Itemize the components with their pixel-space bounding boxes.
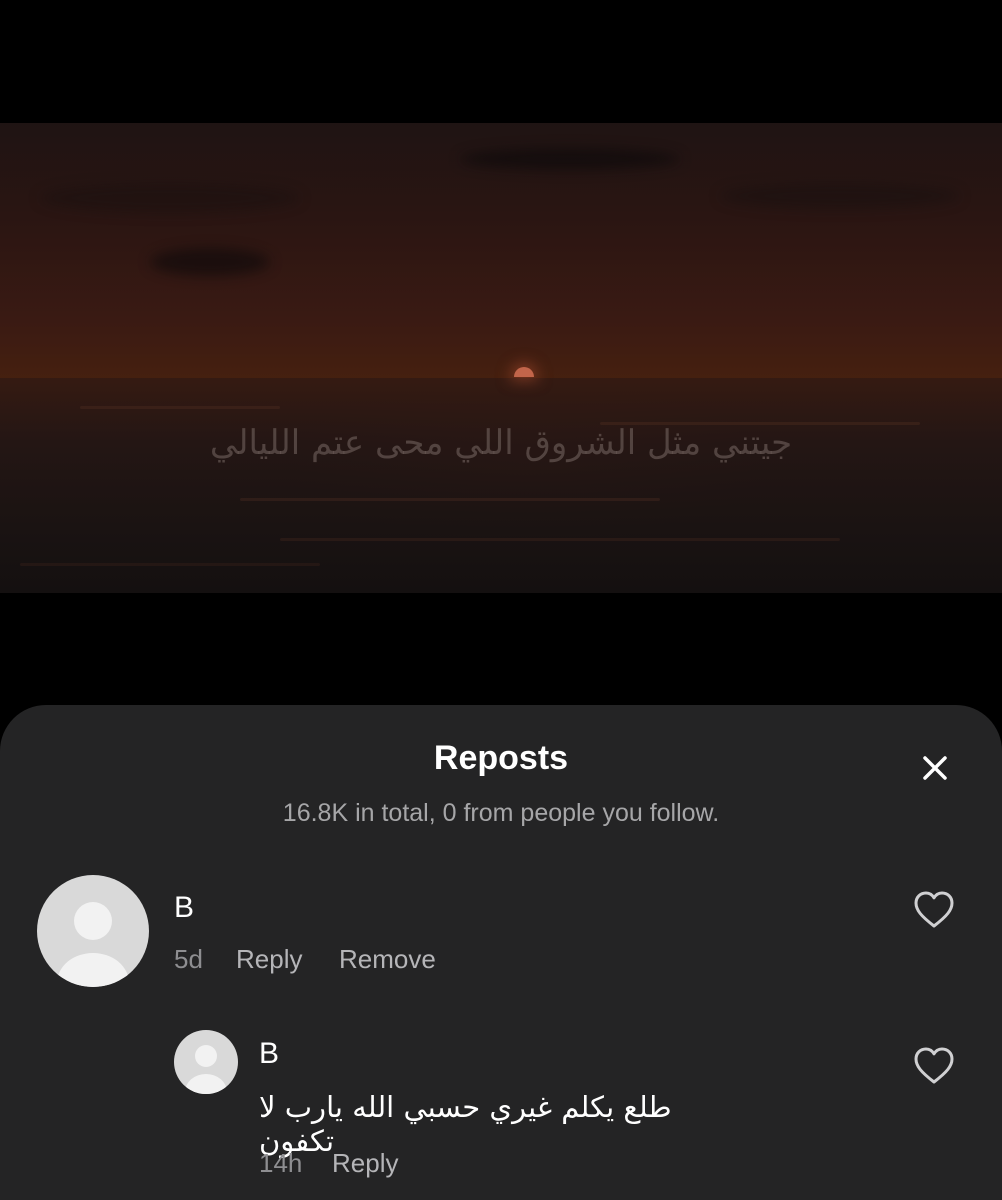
avatar-body	[57, 953, 129, 987]
avatar-body	[185, 1074, 227, 1094]
heart-outline-icon	[914, 891, 954, 928]
comment-timestamp: 5d	[174, 944, 203, 974]
reposts-sheet: Reposts 16.8K in total, 0 from people yo…	[0, 705, 1002, 1200]
reply-button[interactable]: Reply	[236, 944, 302, 975]
default-avatar-icon	[74, 902, 112, 940]
cloud	[720, 183, 960, 209]
wave	[280, 538, 840, 541]
avatar[interactable]	[174, 1030, 238, 1094]
wave	[80, 406, 280, 409]
close-icon	[923, 756, 947, 780]
wave	[20, 563, 320, 566]
like-button[interactable]	[911, 887, 957, 933]
video-player[interactable]: جيتني مثل الشروق اللي محى عتم الليالي	[0, 123, 1002, 593]
sheet-title: Reposts	[433, 739, 569, 777]
close-button[interactable]	[912, 745, 958, 791]
cloud	[40, 183, 300, 213]
wave	[240, 498, 660, 501]
video-lyric-caption: جيتني مثل الشروق اللي محى عتم الليالي	[209, 423, 793, 463]
heart-outline-icon	[914, 1047, 954, 1084]
avatar[interactable]	[37, 875, 149, 987]
like-button[interactable]	[911, 1043, 957, 1089]
sea	[0, 378, 1002, 593]
default-avatar-icon	[195, 1045, 217, 1067]
cloud	[150, 248, 270, 276]
reply-button[interactable]: Reply	[332, 1148, 398, 1179]
comment-username[interactable]: B	[174, 891, 194, 925]
setting-sun	[514, 367, 534, 377]
repost-count-summary: 16.8K in total, 0 from people you follow…	[282, 799, 720, 827]
reply-username[interactable]: B	[259, 1037, 279, 1071]
screen: جيتني مثل الشروق اللي محى عتم الليالي Re…	[0, 0, 1002, 1200]
cloud	[460, 148, 680, 170]
remove-button[interactable]: Remove	[339, 944, 436, 975]
reply-timestamp: 14h	[259, 1148, 303, 1178]
